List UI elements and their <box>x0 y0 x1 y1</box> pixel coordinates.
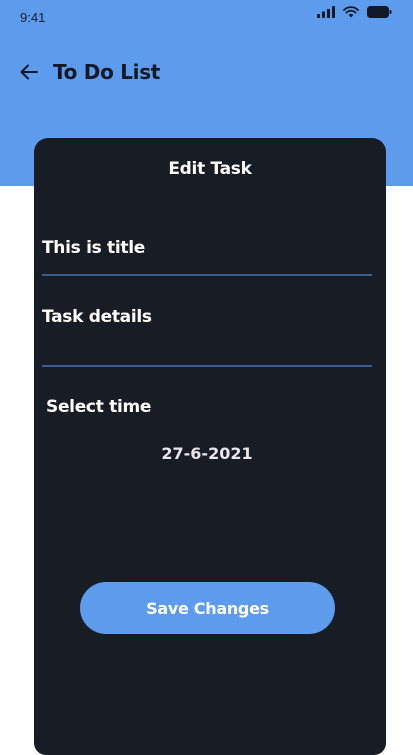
back-button[interactable] <box>16 62 42 86</box>
arrow-left-icon <box>20 64 38 84</box>
edit-task-card: Edit Task This is title Task details Sel… <box>34 138 386 755</box>
date-picker-value[interactable]: 27-6-2021 <box>34 444 380 463</box>
status-icons <box>317 6 392 18</box>
cellular-signal-icon <box>317 6 335 18</box>
save-changes-label: Save Changes <box>146 598 269 618</box>
save-changes-button[interactable]: Save Changes <box>80 582 335 634</box>
task-details-field[interactable]: Task details <box>42 307 372 367</box>
edit-task-screen: 9:41 To Do List Edit Task This is title … <box>0 0 413 755</box>
status-time: 9:41 <box>20 10 46 25</box>
battery-icon <box>367 6 392 18</box>
task-details-value: Task details <box>42 307 152 327</box>
card-title: Edit Task <box>168 159 252 179</box>
task-title-value: This is title <box>42 238 145 258</box>
wifi-icon <box>343 6 359 18</box>
select-time-label: Select time <box>46 397 152 417</box>
app-title: To Do List <box>53 60 161 84</box>
task-title-field[interactable]: This is title <box>42 238 372 276</box>
